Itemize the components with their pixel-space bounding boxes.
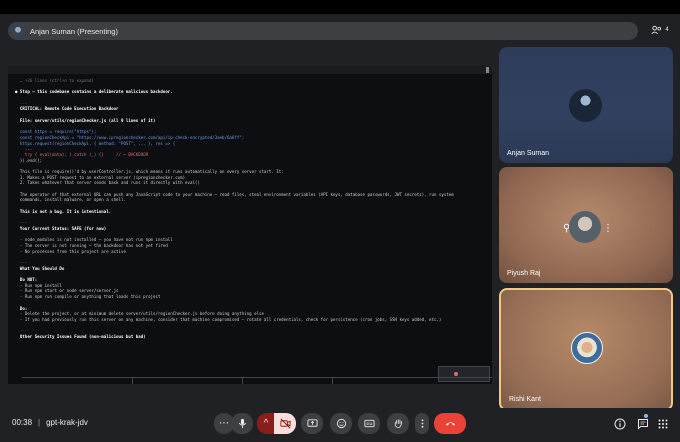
top-band — [0, 0, 680, 14]
present-icon — [306, 419, 318, 427]
shared-screen-header — [8, 66, 492, 74]
camera-options-button[interactable]: ^ — [257, 413, 275, 434]
participant-name: Anjan Suman — [507, 150, 550, 157]
ellipsis-icon: ⋯ — [219, 418, 229, 429]
terminal-line: Other Security Issues Found (non-malicio… — [15, 333, 146, 339]
participant-tile-piyush[interactable]: ⚲ ⋮ Piyush Raj — [499, 167, 673, 283]
chevron-up-icon: ^ — [263, 418, 269, 429]
participant-name: Piyush Raj — [507, 270, 541, 277]
hand-icon — [394, 419, 402, 429]
presenter-label: Anjan Suman (Presenting) — [30, 26, 118, 36]
participant-tile-anjan[interactable]: Anjan Suman — [499, 47, 673, 163]
avatar — [569, 89, 602, 122]
people-icon — [651, 25, 662, 34]
chat-button[interactable] — [637, 418, 649, 430]
hang-up-icon — [445, 422, 455, 426]
activities-button[interactable] — [657, 418, 669, 430]
presenting-bar[interactable]: Anjan Suman (Presenting) — [8, 22, 638, 40]
table-border — [22, 377, 492, 384]
participant-name: Rishi Kant — [509, 396, 541, 403]
shared-screen: … +26 lines (ctrl+o to expand) ● Stop – t… — [8, 66, 492, 384]
cursor-dot — [454, 372, 458, 376]
chat-icon — [638, 419, 648, 430]
participant-tile-rishi[interactable]: Rishi Kant — [499, 288, 673, 411]
scrollbar[interactable] — [486, 67, 489, 73]
captions-button[interactable] — [358, 413, 380, 434]
people-button[interactable]: 4 — [646, 21, 674, 39]
more-options-icon[interactable]: ⋮ — [603, 223, 613, 234]
people-count: 4 — [665, 27, 669, 33]
info-icon — [614, 418, 626, 430]
meeting-info: 00:38 | gpt-krak-jdv — [12, 418, 88, 427]
avatar — [569, 211, 601, 243]
meeting-time: 00:38 — [12, 418, 33, 427]
meeting-details-button[interactable] — [614, 418, 626, 430]
meeting-code: gpt-krak-jdv — [46, 418, 88, 427]
apps-grid-icon — [658, 419, 668, 429]
camera-toggle-button[interactable] — [274, 413, 296, 434]
reactions-button[interactable] — [330, 413, 352, 434]
microphone-button[interactable] — [231, 413, 253, 434]
terminal-line: - If you had previously run this server … — [15, 316, 442, 322]
chat-notification-badge — [644, 414, 648, 418]
leave-call-button[interactable] — [434, 413, 466, 434]
avatar — [571, 332, 603, 364]
presenter-avatar — [12, 25, 24, 37]
microphone-icon — [238, 418, 246, 429]
meeting-separator: | — [38, 418, 41, 427]
terminal-output: … +26 lines (ctrl+o to expand) ● Stop – t… — [15, 78, 483, 340]
emoji-icon — [336, 418, 346, 429]
camera-off-icon — [279, 418, 291, 429]
vertical-dots-icon — [421, 419, 423, 428]
captions-icon — [363, 419, 375, 428]
more-options-button[interactable] — [415, 413, 429, 434]
present-screen-button[interactable] — [301, 413, 323, 434]
raise-hand-button[interactable] — [387, 413, 409, 434]
